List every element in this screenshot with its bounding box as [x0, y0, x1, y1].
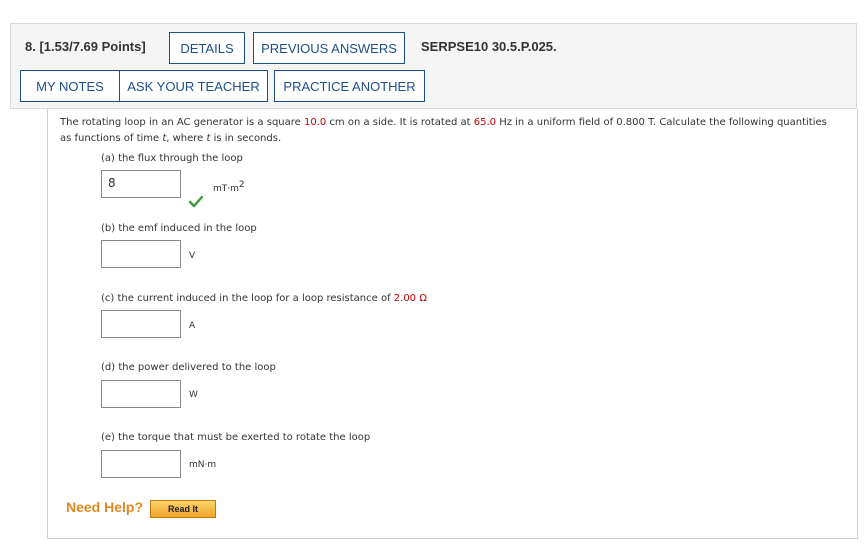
points-score: [1.53/7.69 Points] [39, 39, 146, 54]
part-e-label: (e) the torque that must be exerted to r… [101, 432, 371, 443]
part-d-unit: W [189, 390, 198, 400]
my-notes-button[interactable]: MY NOTES [20, 70, 120, 102]
correct-check-icon [188, 193, 204, 212]
part-b-label: (b) the emf induced in the loop [101, 223, 257, 234]
problem-statement: The rotating loop in an AC generator is … [60, 117, 827, 144]
question-number: 8. [25, 39, 36, 54]
question-header: 8. [1.53/7.69 Points] DETAILS PREVIOUS A… [10, 23, 857, 109]
part-b-answer-input[interactable] [101, 240, 181, 268]
previous-answers-button[interactable]: PREVIOUS ANSWERS [253, 32, 405, 64]
part-e-unit: mN·m [189, 460, 217, 470]
ask-your-teacher-button[interactable]: ASK YOUR TEACHER [119, 70, 268, 102]
question-points: 8. [1.53/7.69 Points] [25, 39, 146, 54]
practice-another-button[interactable]: PRACTICE ANOTHER [274, 70, 425, 102]
resistance-value: 2.00 Ω [393, 293, 427, 304]
read-it-button[interactable]: Read It [150, 500, 216, 518]
details-button[interactable]: DETAILS [169, 32, 245, 64]
part-c-answer-input[interactable] [101, 310, 181, 338]
part-a-unit: mT·m2 [213, 180, 245, 194]
side-length-value: 10.0 [303, 117, 327, 128]
question-body: The rotating loop in an AC generator is … [47, 109, 858, 539]
part-b-unit: V [189, 251, 196, 261]
frequency-value: 65.0 [473, 117, 497, 128]
part-d-label: (d) the power delivered to the loop [101, 362, 276, 373]
part-e-answer-input[interactable] [101, 450, 181, 478]
part-c-label: (c) the current induced in the loop for … [101, 293, 427, 304]
part-d-answer-input[interactable] [101, 380, 181, 408]
part-a-answer-input[interactable]: 8 [101, 170, 181, 198]
part-c-unit: A [189, 321, 196, 331]
question-id: SERPSE10 30.5.P.025. [421, 39, 557, 54]
part-a-label: (a) the flux through the loop [101, 153, 243, 164]
need-help-label: Need Help? [66, 499, 144, 515]
